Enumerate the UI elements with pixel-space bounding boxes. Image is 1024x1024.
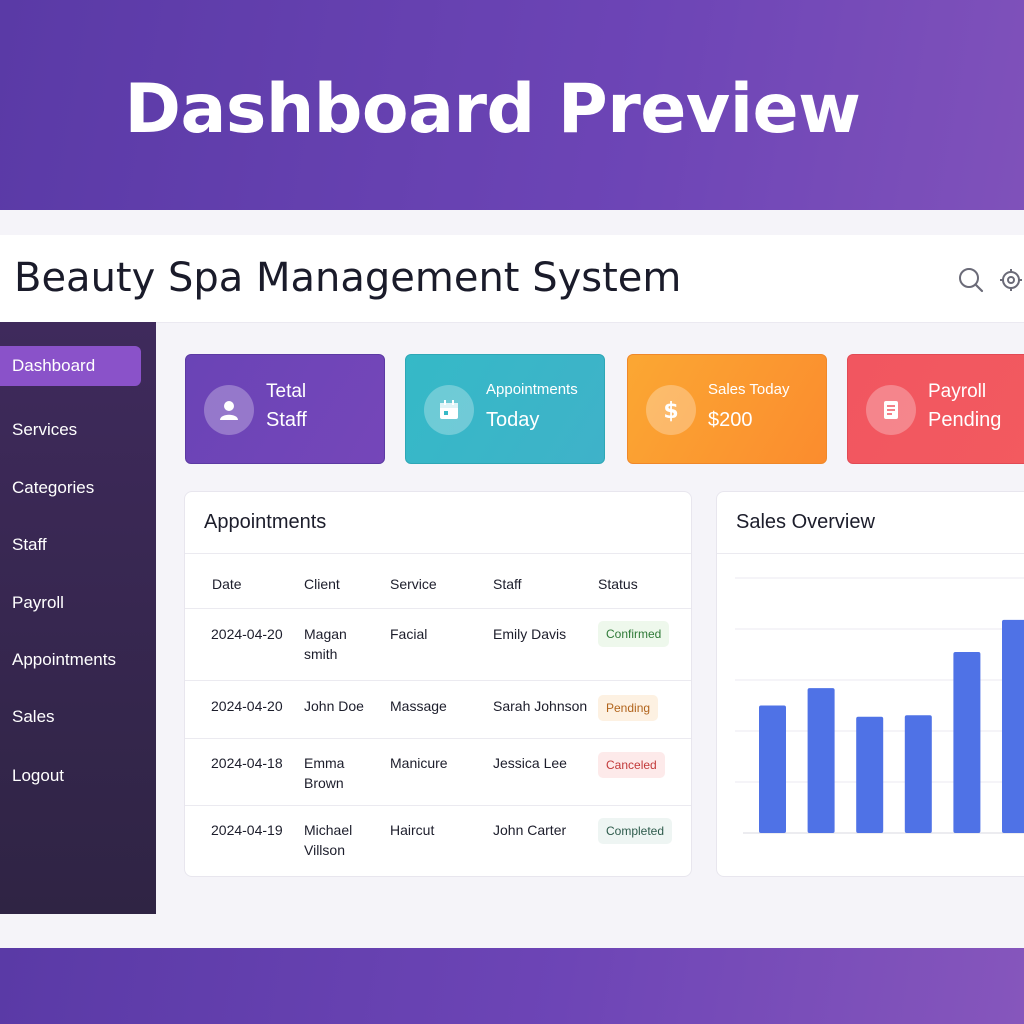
receipt-icon bbox=[866, 385, 916, 435]
status-badge: Completed bbox=[598, 818, 673, 844]
app-window: Beauty Spa Management System Dashboard S… bbox=[0, 210, 1024, 948]
status-badge: Confirmed bbox=[598, 621, 670, 647]
bottom-band bbox=[0, 948, 1024, 1024]
column-header-date[interactable]: Date bbox=[212, 576, 242, 592]
cell-client: Emma Brown bbox=[304, 755, 345, 791]
column-header-client[interactable]: Client bbox=[304, 576, 340, 592]
column-header-service[interactable]: Service bbox=[390, 576, 437, 592]
stat-label: Sales Today bbox=[708, 381, 790, 398]
appointments-title: Appointments bbox=[204, 511, 327, 533]
table-row[interactable]: 2024-04-19 Michael Villson Haircut John … bbox=[185, 806, 691, 876]
table-row[interactable]: 2024-04-20 Magan smith Facial Emily Davi… bbox=[185, 609, 691, 680]
svg-text:$: $ bbox=[663, 399, 678, 422]
stat-value: Today bbox=[486, 409, 540, 431]
stat-card-appointments-today[interactable]: Appointments Today bbox=[405, 354, 605, 464]
sales-bar-chart bbox=[735, 577, 1024, 834]
cell-staff: John Carter bbox=[493, 822, 567, 838]
stat-card-payroll-pending[interactable]: Payroll Pending bbox=[847, 354, 1024, 464]
sales-overview-panel: Sales Overview bbox=[716, 491, 1024, 877]
dollar-icon: $ bbox=[646, 385, 696, 435]
user-icon bbox=[204, 385, 254, 435]
sidebar-item-staff[interactable]: Staff bbox=[0, 525, 141, 565]
cell-date: 2024-04-20 bbox=[211, 698, 283, 714]
column-header-status[interactable]: Status bbox=[598, 576, 638, 592]
cell-service: Haircut bbox=[390, 822, 435, 838]
cell-service: Facial bbox=[390, 626, 428, 642]
cell-client: Michael Villson bbox=[304, 822, 353, 858]
app-title: Beauty Spa Management System bbox=[14, 255, 682, 301]
sidebar-item-dashboard[interactable]: Dashboard bbox=[0, 346, 141, 386]
cell-date: 2024-04-20 bbox=[211, 626, 283, 642]
divider bbox=[185, 553, 691, 554]
cell-staff: Jessica Lee bbox=[493, 755, 567, 771]
chart-bar[interactable] bbox=[1002, 619, 1024, 833]
cell-date: 2024-04-18 bbox=[211, 755, 283, 771]
chart-bar[interactable] bbox=[759, 705, 786, 834]
banner-title: Dashboard Preview bbox=[124, 70, 861, 149]
sidebar: Dashboard Services Categories Staff Payr… bbox=[0, 322, 156, 914]
sidebar-item-appointments[interactable]: Appointments bbox=[0, 640, 141, 680]
stat-card-sales-today[interactable]: $ Sales Today $200 bbox=[627, 354, 827, 464]
cell-staff: Emily Davis bbox=[493, 626, 567, 642]
cell-service: Massage bbox=[390, 698, 447, 714]
table-row[interactable]: 2024-04-20 John Doe Massage Sarah Johnso… bbox=[185, 681, 691, 738]
chart-bar[interactable] bbox=[807, 688, 835, 833]
appointments-panel: Appointments Date Client Service Staff S… bbox=[184, 491, 692, 877]
cell-client: John Doe bbox=[304, 698, 364, 714]
calendar-icon bbox=[424, 385, 474, 435]
stat-label: Appointments bbox=[486, 381, 578, 398]
stat-value: $200 bbox=[708, 409, 753, 431]
sidebar-item-sales[interactable]: Sales bbox=[0, 697, 141, 737]
table-row[interactable]: 2024-04-18 Emma Brown Manicure Jessica L… bbox=[185, 739, 691, 805]
sidebar-item-payroll[interactable]: Payroll bbox=[0, 583, 141, 623]
search-icon[interactable] bbox=[958, 267, 984, 293]
stat-card-total-staff[interactable]: Tetal Staff bbox=[185, 354, 385, 464]
stat-value: Pending bbox=[928, 409, 1002, 431]
cell-date: 2024-04-19 bbox=[211, 822, 283, 838]
app-header: Beauty Spa Management System bbox=[0, 235, 1024, 323]
sidebar-item-services[interactable]: Services bbox=[0, 410, 141, 450]
stat-value: Staff bbox=[266, 409, 307, 431]
chart-bar[interactable] bbox=[856, 716, 884, 833]
sidebar-item-categories[interactable]: Categories bbox=[0, 468, 141, 508]
stat-label: Payroll bbox=[928, 381, 987, 402]
status-badge: Canceled bbox=[598, 752, 665, 778]
settings-icon[interactable] bbox=[998, 267, 1024, 293]
cell-service: Manicure bbox=[390, 755, 448, 771]
column-header-staff[interactable]: Staff bbox=[493, 576, 522, 592]
chart-bar[interactable] bbox=[904, 715, 932, 833]
status-badge: Pending bbox=[598, 695, 659, 721]
chart-bar[interactable] bbox=[953, 651, 981, 833]
stat-label: Tetal bbox=[266, 381, 307, 402]
cell-client: Magan smith bbox=[304, 626, 347, 662]
sidebar-item-logout[interactable]: Logout bbox=[0, 756, 141, 796]
cell-staff: Sarah Johnson bbox=[493, 698, 588, 714]
